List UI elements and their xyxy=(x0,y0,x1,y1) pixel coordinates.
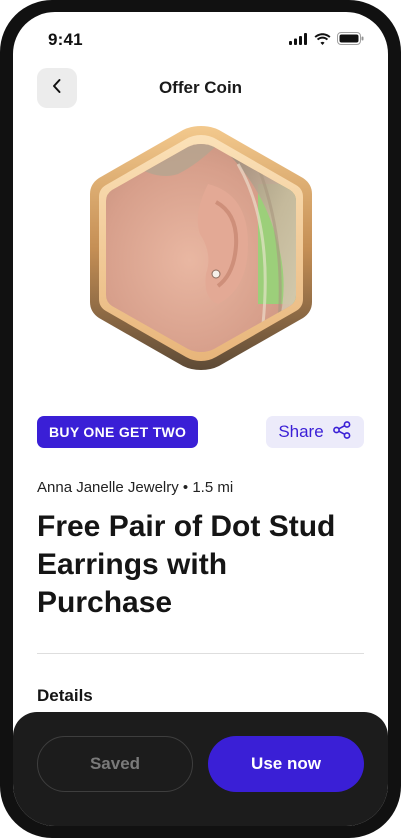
signal-icon xyxy=(289,32,308,50)
page-title: Offer Coin xyxy=(158,78,243,97)
wifi-icon xyxy=(314,32,331,50)
offer-coin-image xyxy=(88,124,314,372)
status-time: 9:41 xyxy=(48,30,83,49)
bottom-action-bar: Saved Use now xyxy=(13,712,388,826)
share-icon xyxy=(332,420,352,445)
battery-icon xyxy=(337,32,364,50)
device-frame: 9:41 Offer Coin BUY ONE GET TWO Share An… xyxy=(0,0,401,838)
status-icons xyxy=(289,32,364,50)
share-button[interactable]: Share xyxy=(266,416,364,448)
share-label: Share xyxy=(278,422,324,441)
details-heading: Details xyxy=(37,686,93,705)
divider xyxy=(37,653,364,654)
saved-button[interactable]: Saved xyxy=(37,736,193,792)
merchant-distance: Anna Janelle Jewelry • 1.5 mi xyxy=(37,479,234,496)
promo-badge: BUY ONE GET TWO xyxy=(37,416,199,448)
screen: 9:41 Offer Coin BUY ONE GET TWO Share An… xyxy=(13,12,388,826)
use-now-button[interactable]: Use now xyxy=(208,736,364,792)
offer-title: Free Pair of Dot Stud Earrings with Purc… xyxy=(37,510,336,619)
